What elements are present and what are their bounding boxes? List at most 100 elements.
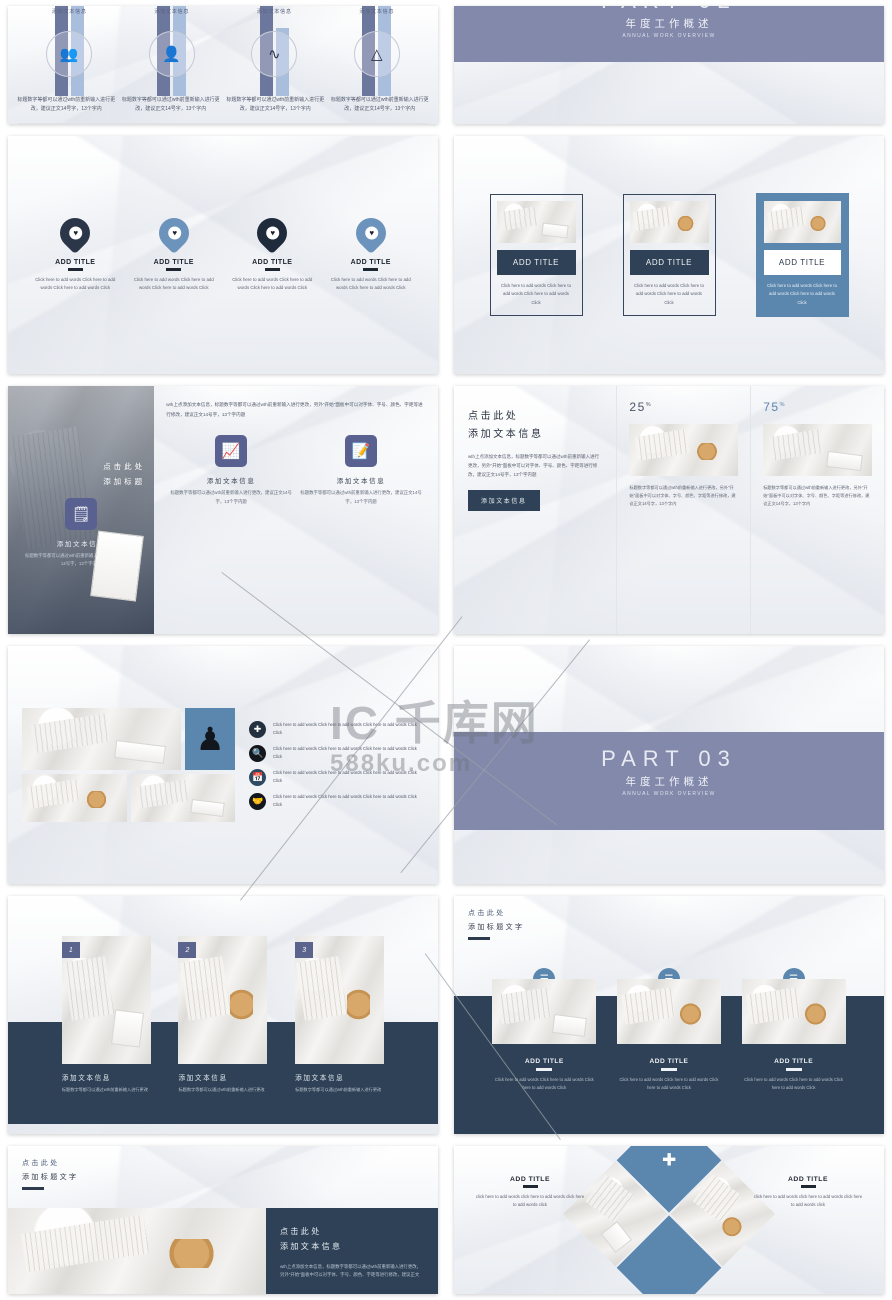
collage-photo (22, 708, 182, 770)
pin-item[interactable]: ♥ ADD TITLE Click here to add words Clic… (329, 211, 413, 292)
column-title: 添加文本信息 (359, 9, 395, 15)
pin-title: ADD TITLE (55, 259, 96, 267)
chart-captions: 标题数字等都可以通过wth前重新输入进行更改，建议正文14号字，13个字内 标题… (8, 96, 438, 115)
image-card[interactable]: ADD TITLE Click here to add words Click … (622, 194, 716, 316)
block-body: click here to add words click here to ad… (753, 1193, 863, 1207)
image-card-highlighted[interactable]: ADD TITLE Click here to add words Click … (755, 193, 849, 317)
title-underline (264, 268, 280, 271)
chart-caption: 标题数字等都可以通过wth前重新输入进行更改，建议正文14号字，13个字内 (330, 96, 429, 113)
text-panel: 点击此处 添加文本信息 wth上点添加文本信息，标题数字等都可以通过wth前重新… (266, 1208, 438, 1294)
chart-caption: 标题数字等都可以通过wth前重新输入进行更改，建议正文14号字，13个字内 (226, 96, 325, 113)
icon-list: ✚ Click here to add words Click here to … (249, 720, 424, 810)
icon-list-item[interactable]: 🤝 Click here to add words Click here to … (249, 792, 424, 810)
chart-column: 添加文本信息 △ (326, 6, 429, 96)
slide-cell-photo-text[interactable]: 点击此处 添加标题文字 点击此处 添加文本信息 wth上点添加文本信息，标题数字… (0, 1140, 446, 1300)
stat-photo (763, 424, 873, 476)
chart-icons-slide[interactable]: 添加文本信息 👥 添加文本信息 👤 添加文本信息 ∿ 添加文本信息 △ 标题数字… (8, 6, 438, 124)
diamond-text-block[interactable]: ADD TITLE click here to add words click … (474, 1176, 586, 1209)
slide-cell-part-02[interactable]: PART 02 年度工作概述 ANNUAL WORK OVERVIEW (446, 0, 892, 130)
slide-cell-collage[interactable]: ♟ ✚ Click here to add words Click here t… (0, 640, 446, 890)
icon-list-body: Click here to add words Click here to ad… (273, 721, 417, 735)
part-03-section-slide[interactable]: PART 03 年度工作概述 ANNUAL WORK OVERVIEW (454, 646, 884, 884)
icon-list-item[interactable]: 🔍 Click here to add words Click here to … (249, 744, 424, 762)
slide-cell-cards[interactable]: ADD TITLE Click here to add words Click … (446, 130, 892, 380)
pin-item[interactable]: ♥ ADD TITLE Click here to add words Clic… (230, 211, 314, 292)
panel-photo (8, 1208, 266, 1294)
pin-marker: ♥ (152, 211, 195, 255)
feature-row: 📈 添加文本信息 标题数字等都可以通过wth前重新输入进行更改，建议正文14号字… (166, 435, 426, 506)
image-title-card[interactable]: ☰ ADD TITLE Click here to add words Clic… (741, 968, 846, 1092)
intro-title-2: 添加文本信息 (468, 428, 544, 440)
card-photo (496, 201, 576, 244)
part-02-section-slide[interactable]: PART 02 年度工作概述 ANNUAL WORK OVERVIEW (454, 6, 884, 124)
diamond-four-blocks-slide[interactable]: ✚ ADD TITLE click here to add words clic… (454, 1146, 884, 1294)
image-left-three-icons-slide[interactable]: 点击此处 添加标题 🗒 添加文本信息 标题数字等都可以通过wth前重新输入进行更… (8, 386, 438, 634)
header-line-2: 添加标题文字 (22, 1174, 79, 1181)
feature-title: 添加文本信息 (206, 478, 256, 486)
slide-cell-diamond[interactable]: ✚ ADD TITLE click here to add words clic… (446, 1140, 892, 1300)
header-underline (22, 1187, 44, 1190)
pin-body: Click here to add words Click here to ad… (232, 276, 313, 290)
feature-item[interactable]: 📝 添加文本信息 标题数字等都可以通过wth前重新输入进行更改，建议正文14号字… (296, 435, 426, 506)
card-number-badge: 1 (61, 942, 80, 959)
title-underline (660, 1068, 677, 1071)
three-image-cards-slide[interactable]: ADD TITLE Click here to add words Click … (454, 136, 884, 374)
slide-cell-part-03[interactable]: PART 03 年度工作概述 ANNUAL WORK OVERVIEW (446, 640, 892, 890)
puzzle-piece-icon: ✚ (661, 1150, 677, 1170)
pin-item[interactable]: ♥ ADD TITLE Click here to add words Clic… (132, 211, 216, 292)
chart-caption: 标题数字等都可以通过wth前重新输入进行更改，建议正文14号字，13个字内 (17, 96, 116, 113)
pin-title: ADD TITLE (252, 259, 293, 267)
numbered-card[interactable]: 3 添加文本信息 标题数字等都可以通过wth前重新输入进行更改 (295, 936, 385, 1094)
slide-cell-chart[interactable]: 添加文本信息 👥 添加文本信息 👤 添加文本信息 ∿ 添加文本信息 △ 标题数字… (0, 0, 446, 130)
slide-cell-split[interactable]: 点击此处 添加标题 🗒 添加文本信息 标题数字等都可以通过wth前重新输入进行更… (0, 380, 446, 640)
slide-header: 点击此处 添加标题文字 (22, 1158, 78, 1190)
left-title: 点击此处 添加标题 (103, 460, 145, 489)
icon-list-item[interactable]: ✚ Click here to add words Click here to … (249, 720, 424, 738)
photo-text-panel-slide[interactable]: 点击此处 添加标题文字 点击此处 添加文本信息 wth上点添加文本信息，标题数字… (8, 1146, 438, 1294)
line-chart-icon: ∿ (251, 31, 298, 78)
feature-item[interactable]: 📈 添加文本信息 标题数字等都可以通过wth前重新输入进行更改，建议正文14号字… (166, 435, 296, 506)
numbered-card[interactable]: 1 添加文本信息 标题数字等都可以通过wth前重新输入进行更改 (61, 936, 151, 1094)
slide-cell-numbered[interactable]: 1 添加文本信息 标题数字等都可以通过wth前重新输入进行更改 2 添加文本信息… (0, 890, 446, 1140)
card-body: Click here to add words Click here to ad… (501, 283, 571, 305)
numbered-card[interactable]: 2 添加文本信息 标题数字等都可以通过wth前重新输入进行更改 (178, 936, 268, 1094)
image-collage-icon-list-slide[interactable]: ♟ ✚ Click here to add words Click here t… (8, 646, 438, 884)
stat-photo (629, 424, 739, 476)
left-feature: 🗒 添加文本信息 标题数字等都可以通过wth前重新输入进行更改，建议正文14号字… (8, 497, 154, 569)
image-card[interactable]: ADD TITLE Click here to add words Click … (489, 194, 583, 316)
left-feature-title: 添加文本信息 (56, 540, 106, 548)
column-title: 添加文本信息 (154, 9, 190, 15)
four-pin-markers-slide[interactable]: ♥ ADD TITLE Click here to add words Clic… (8, 136, 438, 374)
percentage-stats-slide[interactable]: 点击此处 添加文本信息 wth上点添加文本信息，标题数字等都可以通过wth前重新… (454, 386, 884, 634)
title-underline (800, 1185, 816, 1188)
card-title: ADD TITLE (763, 250, 841, 276)
three-numbered-images-slide[interactable]: 1 添加文本信息 标题数字等都可以通过wth前重新输入进行更改 2 添加文本信息… (8, 896, 438, 1134)
diamond-text-block[interactable]: ADD TITLE click here to add words click … (752, 1176, 864, 1209)
stat-value: 75% (763, 400, 786, 414)
handshake-icon: ♥ (364, 226, 378, 240)
image-title-card[interactable]: ☰ ADD TITLE Click here to add words Clic… (492, 968, 597, 1092)
titled-three-images-slide[interactable]: 点击此处 添加标题文字 ☰ ADD TITLE Click here to ad… (454, 896, 884, 1134)
slide-cell-pins[interactable]: ♥ ADD TITLE Click here to add words Clic… (0, 130, 446, 380)
header-line-1: 点击此处 (22, 1160, 60, 1167)
icon-list-item[interactable]: 📅 Click here to add words Click here to … (249, 768, 424, 786)
header-line-1: 点击此处 (468, 910, 506, 917)
pin-item[interactable]: ♥ ADD TITLE Click here to add words Clic… (33, 211, 117, 292)
card-title: ADD TITLE (524, 1058, 564, 1066)
collage-photo (22, 774, 127, 822)
card-number-badge: 3 (295, 942, 314, 959)
title-underline (522, 1185, 538, 1188)
part-title-en: ANNUAL WORK OVERVIEW (622, 791, 716, 797)
notebook-icon: 🗒 (65, 497, 98, 530)
image-title-card[interactable]: ☰ ADD TITLE Click here to add words Clic… (616, 968, 721, 1092)
chart-column: 添加文本信息 👤 (121, 6, 224, 96)
card-body: Click here to add words Click here to ad… (767, 283, 837, 305)
person-figure-icon: ♟ (185, 708, 236, 770)
slide-cell-stats[interactable]: 点击此处 添加文本信息 wth上点添加文本信息，标题数字等都可以通过wth前重新… (446, 380, 892, 640)
add-text-button[interactable]: 添加文本信息 (468, 489, 540, 511)
right-content: wth上点添加文本信息，标题数字等都可以通过wth前重新输入进行更改，另外"开始… (154, 386, 438, 634)
slide-cell-titled-images[interactable]: 点击此处 添加标题文字 ☰ ADD TITLE Click here to ad… (446, 890, 892, 1140)
slide-preview-grid: 添加文本信息 👥 添加文本信息 👤 添加文本信息 ∿ 添加文本信息 △ 标题数字… (0, 0, 892, 1300)
column-title: 添加文本信息 (256, 9, 292, 15)
intro-block: 点击此处 添加文本信息 wth上点添加文本信息，标题数字等都可以通过wth前重新… (454, 386, 618, 634)
